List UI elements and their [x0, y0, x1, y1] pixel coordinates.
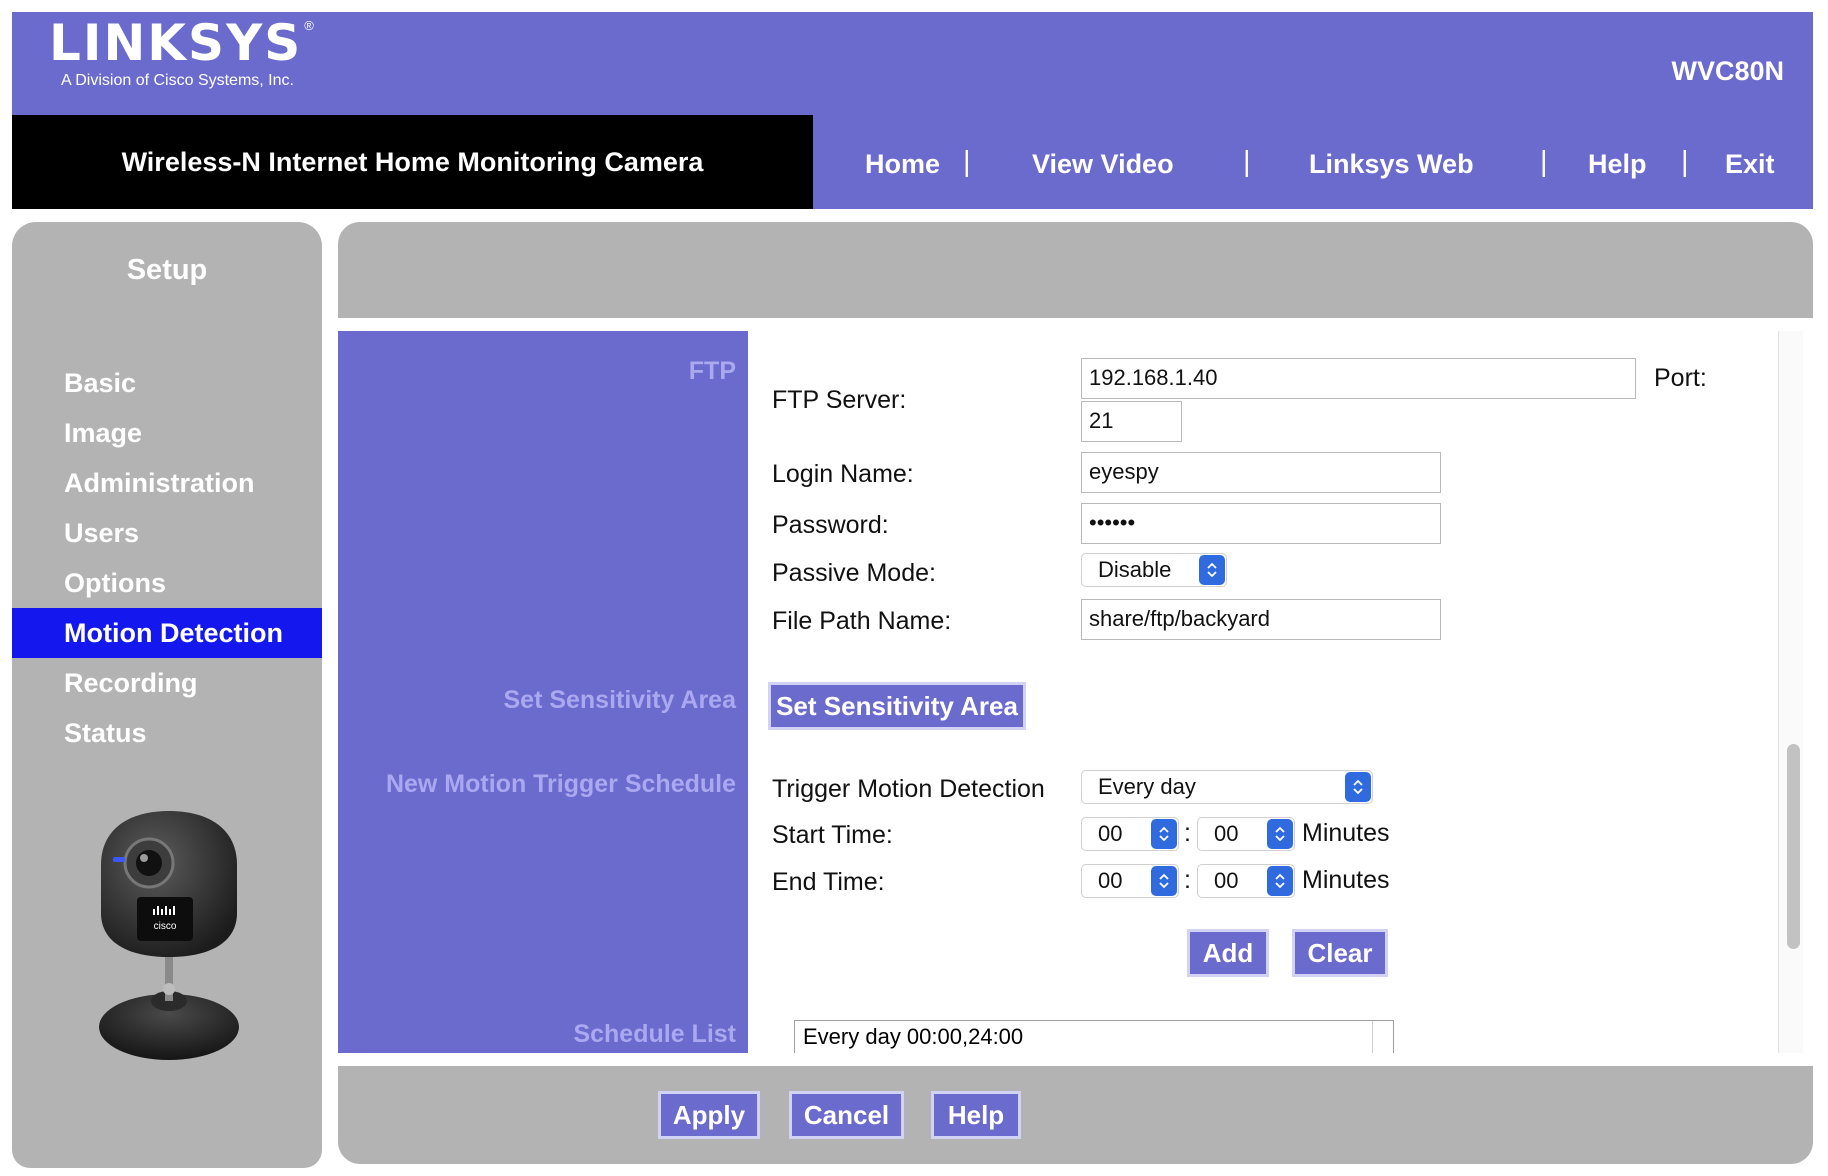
add-schedule-button[interactable]: Add	[1187, 929, 1269, 977]
main-header-panel	[338, 222, 1813, 318]
section-label-schedule: New Motion Trigger Schedule	[385, 770, 736, 798]
file-path-label: File Path Name:	[772, 607, 952, 635]
section-label-sensitivity: Set Sensitivity Area	[503, 686, 736, 714]
schedule-list-scrollbar[interactable]	[1372, 1021, 1393, 1053]
linksys-logo: LINKSYS ® A Division of Cisco Systems, In…	[49, 18, 314, 90]
nav-help-link[interactable]: Help	[1588, 149, 1647, 180]
nav-home-link[interactable]: Home	[865, 149, 940, 180]
trigger-motion-select[interactable]: Every day	[1081, 770, 1373, 804]
select-arrows-icon	[1267, 866, 1293, 896]
sidebar-item-administration[interactable]: Administration	[12, 458, 322, 508]
select-arrows-icon	[1199, 555, 1225, 585]
logo-subtitle: A Division of Cisco Systems, Inc.	[61, 72, 294, 89]
select-arrows-icon	[1151, 819, 1177, 849]
select-arrows-icon	[1267, 819, 1293, 849]
section-label-column: FTP Set Sensitivity Area New Motion Trig…	[338, 331, 748, 1053]
section-label-schedule-list: Schedule List	[573, 1020, 736, 1048]
start-hour-select[interactable]: 00	[1081, 817, 1179, 851]
nav-separator: |	[1681, 146, 1689, 178]
port-input[interactable]: 21	[1081, 401, 1182, 442]
product-title-bar: Wireless-N Internet Home Monitoring Came…	[12, 115, 813, 209]
sidebar-item-status[interactable]: Status	[12, 708, 322, 758]
end-minutes-label: Minutes	[1302, 866, 1390, 894]
sidebar-item-options[interactable]: Options	[12, 558, 322, 608]
top-nav: Home | View Video | Linksys Web | Help |…	[813, 115, 1813, 209]
end-hour-select[interactable]: 00	[1081, 864, 1179, 898]
camera-badge-text: cisco	[154, 921, 177, 932]
password-input[interactable]: ••••••	[1081, 503, 1441, 544]
login-name-label: Login Name:	[772, 460, 914, 488]
time-colon: :	[1184, 866, 1191, 894]
nav-separator: |	[1540, 146, 1548, 178]
section-label-ftp: FTP	[688, 357, 736, 385]
nav-view-video-link[interactable]: View Video	[1032, 149, 1174, 180]
file-path-input[interactable]: share/ftp/backyard	[1081, 599, 1441, 640]
select-arrows-icon	[1345, 772, 1371, 802]
sidebar-item-image[interactable]: Image	[12, 408, 322, 458]
logo-registered-mark: ®	[304, 18, 314, 33]
nav-linksys-web-link[interactable]: Linksys Web	[1309, 149, 1474, 180]
passive-mode-value: Disable	[1098, 557, 1172, 582]
sidebar-title: Setup	[126, 254, 208, 286]
port-label: Port:	[1654, 364, 1707, 392]
select-arrows-icon	[1151, 866, 1177, 896]
schedule-list-box[interactable]: Every day 00:00,24:00	[794, 1020, 1394, 1053]
sidebar-item-recording[interactable]: Recording	[12, 658, 322, 708]
start-hour-value: 00	[1098, 821, 1123, 846]
camera-product-image: cisco	[99, 811, 239, 1060]
schedule-list-entry[interactable]: Every day 00:00,24:00	[803, 1024, 1023, 1049]
nav-exit-link[interactable]: Exit	[1725, 149, 1775, 180]
password-label: Password:	[772, 511, 889, 539]
model-name: WVC80N	[1671, 56, 1784, 86]
setup-sidebar: Setup Basic Image Administration Users O…	[12, 222, 322, 1168]
apply-button[interactable]: Apply	[658, 1091, 760, 1139]
cancel-button[interactable]: Cancel	[789, 1091, 904, 1139]
passive-mode-select[interactable]: Disable	[1081, 553, 1227, 587]
nav-separator: |	[1243, 146, 1251, 178]
sidebar-item-motion-detection[interactable]: Motion Detection	[12, 608, 322, 658]
footer-panel: Apply Cancel Help	[338, 1066, 1813, 1164]
sidebar-item-users[interactable]: Users	[12, 508, 322, 558]
end-time-label: End Time:	[772, 868, 885, 896]
sidebar-item-basic[interactable]: Basic	[12, 358, 322, 408]
start-minute-value: 00	[1214, 821, 1239, 846]
logo-text: LINKSYS	[49, 14, 303, 72]
passive-mode-label: Passive Mode:	[772, 559, 936, 587]
end-minute-value: 00	[1214, 868, 1239, 893]
start-time-label: Start Time:	[772, 821, 893, 849]
help-button[interactable]: Help	[931, 1091, 1021, 1139]
end-minute-select[interactable]: 00	[1197, 864, 1295, 898]
login-name-input[interactable]: eyespy	[1081, 452, 1441, 493]
scrollbar-thumb[interactable]	[1787, 744, 1800, 949]
product-title: Wireless-N Internet Home Monitoring Came…	[121, 146, 704, 177]
start-minutes-label: Minutes	[1302, 819, 1390, 847]
clear-schedule-button[interactable]: Clear	[1292, 929, 1388, 977]
trigger-motion-value: Every day	[1098, 774, 1196, 799]
start-minute-select[interactable]: 00	[1197, 817, 1295, 851]
ftp-server-input[interactable]: 192.168.1.40	[1081, 358, 1636, 399]
trigger-motion-label: Trigger Motion Detection	[772, 775, 1045, 803]
set-sensitivity-area-button[interactable]: Set Sensitivity Area	[768, 682, 1026, 730]
nav-separator: |	[963, 146, 971, 178]
time-colon: :	[1184, 819, 1191, 847]
ftp-server-label: FTP Server:	[772, 386, 907, 414]
end-hour-value: 00	[1098, 868, 1123, 893]
